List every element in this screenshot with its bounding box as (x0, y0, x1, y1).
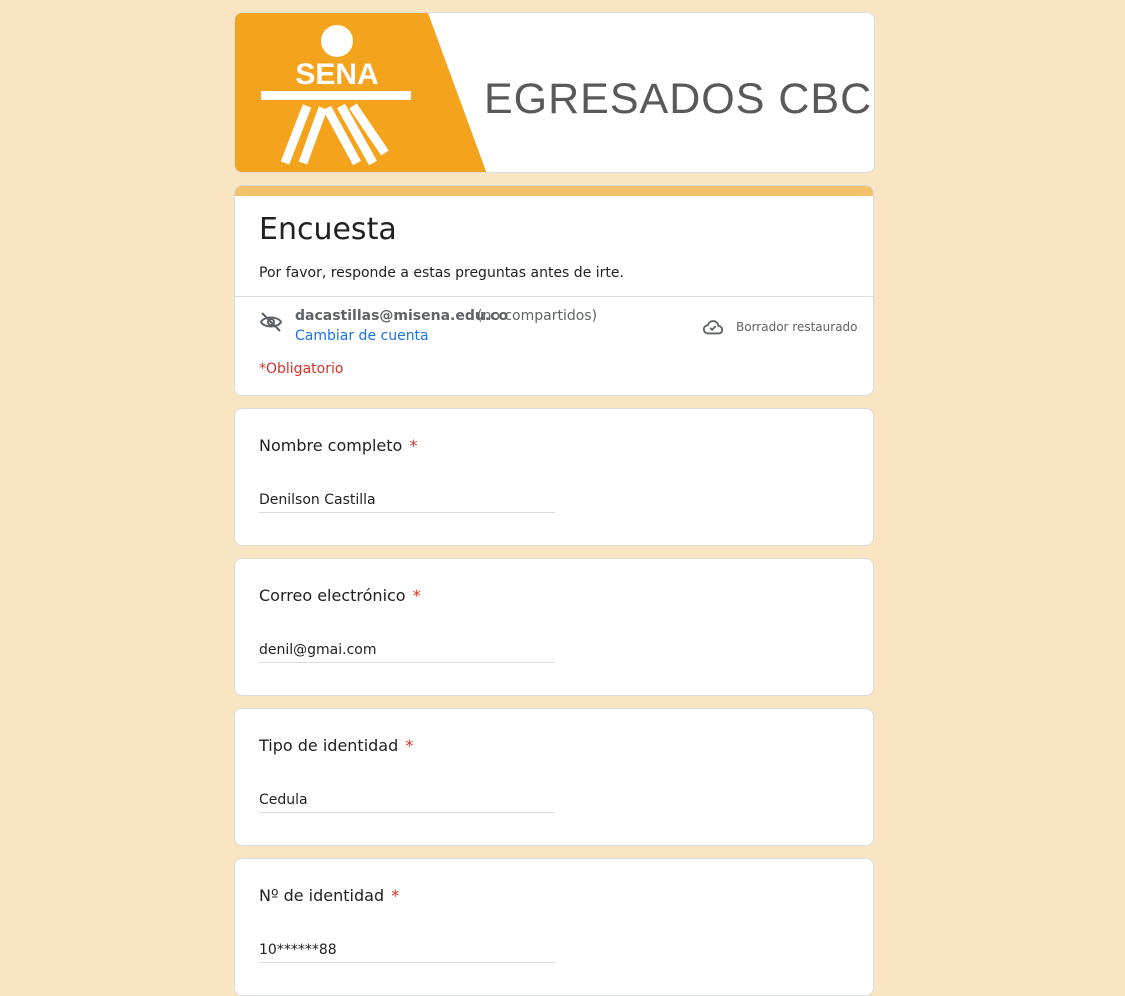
question-label: Tipo de identidad * (259, 736, 414, 755)
eye-off-icon (259, 312, 283, 332)
form-title: Encuesta (259, 212, 397, 247)
form-banner: SENA EGRESADOS CBC (234, 12, 875, 173)
sena-logo-head-icon (321, 25, 353, 57)
account-sharing-note: (no compartidos) (477, 308, 598, 324)
required-asterisk: * (412, 586, 421, 605)
question-card-nombre: Nombre completo * (234, 408, 874, 546)
required-note: *Obligatorio (259, 361, 344, 377)
header-divider (235, 296, 873, 297)
banner-title: EGRESADOS CBC (484, 75, 873, 123)
draft-status: Borrador restaurado (736, 320, 858, 334)
question-label: Nombre completo * (259, 436, 418, 455)
tipo-identidad-input[interactable] (259, 787, 555, 813)
required-asterisk: * (391, 886, 400, 905)
question-card-numero-identidad: Nº de identidad * (234, 858, 874, 996)
nombre-completo-input[interactable] (259, 487, 555, 513)
correo-electronico-input[interactable] (259, 637, 555, 663)
required-asterisk: * (405, 736, 414, 755)
numero-identidad-input[interactable] (259, 937, 555, 963)
sena-logo-text: SENA (295, 58, 378, 91)
question-label: Nº de identidad * (259, 886, 400, 905)
header-accent-bar (235, 186, 873, 196)
cloud-check-icon (702, 320, 724, 335)
form-header-card: Encuesta Por favor, responde a estas pre… (234, 185, 874, 396)
question-label: Correo electrónico * (259, 586, 421, 605)
form-description: Por favor, responde a estas preguntas an… (259, 265, 624, 281)
question-card-tipo-identidad: Tipo de identidad * (234, 708, 874, 846)
question-card-correo: Correo electrónico * (234, 558, 874, 696)
switch-account-link[interactable]: Cambiar de cuenta (295, 328, 429, 344)
required-asterisk: * (409, 436, 418, 455)
